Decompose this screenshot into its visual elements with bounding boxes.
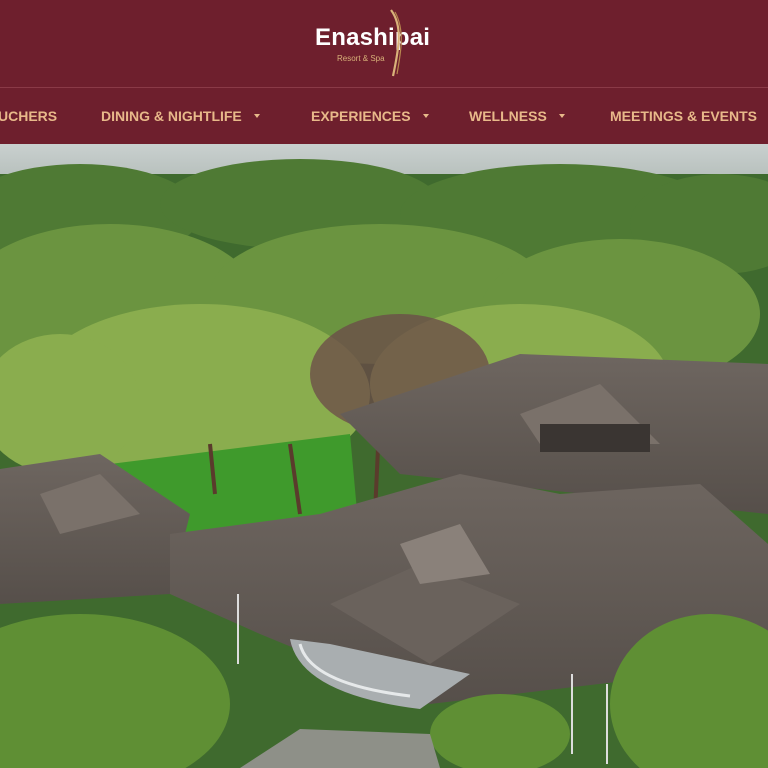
chevron-down-icon bbox=[422, 114, 429, 118]
hero-image bbox=[0, 144, 768, 768]
nav-item-label: EXPERIENCES bbox=[311, 108, 411, 124]
chevron-down-icon bbox=[253, 114, 260, 118]
site-header: Enashipai Resort & Spa bbox=[0, 0, 768, 88]
brand-logo[interactable]: Enashipai Resort & Spa bbox=[315, 9, 455, 84]
nav-item-vouchers[interactable]: UCHERS bbox=[0, 88, 57, 144]
main-navigation: UCHERS DINING & NIGHTLIFE EXPERIENCES WE… bbox=[0, 88, 768, 144]
nav-item-wellness[interactable]: WELLNESS bbox=[469, 88, 565, 144]
brand-tagline: Resort & Spa bbox=[337, 54, 385, 63]
nav-item-label: DINING & NIGHTLIFE bbox=[101, 108, 242, 124]
nav-item-label: MEETINGS & EVENTS bbox=[610, 108, 758, 124]
nav-item-label: UCHERS bbox=[0, 108, 58, 124]
nav-item-experiences[interactable]: EXPERIENCES bbox=[311, 88, 429, 144]
logo-swoosh-icon bbox=[390, 9, 402, 77]
aerial-resort-photo bbox=[0, 144, 768, 768]
brand-name: Enashipai bbox=[315, 24, 431, 51]
nav-item-dining-nightlife[interactable]: DINING & NIGHTLIFE bbox=[101, 88, 260, 144]
nav-item-label: WELLNESS bbox=[469, 108, 547, 124]
chevron-down-icon bbox=[558, 114, 565, 118]
nav-item-meetings-events[interactable]: MEETINGS & EVENTS bbox=[610, 88, 768, 144]
